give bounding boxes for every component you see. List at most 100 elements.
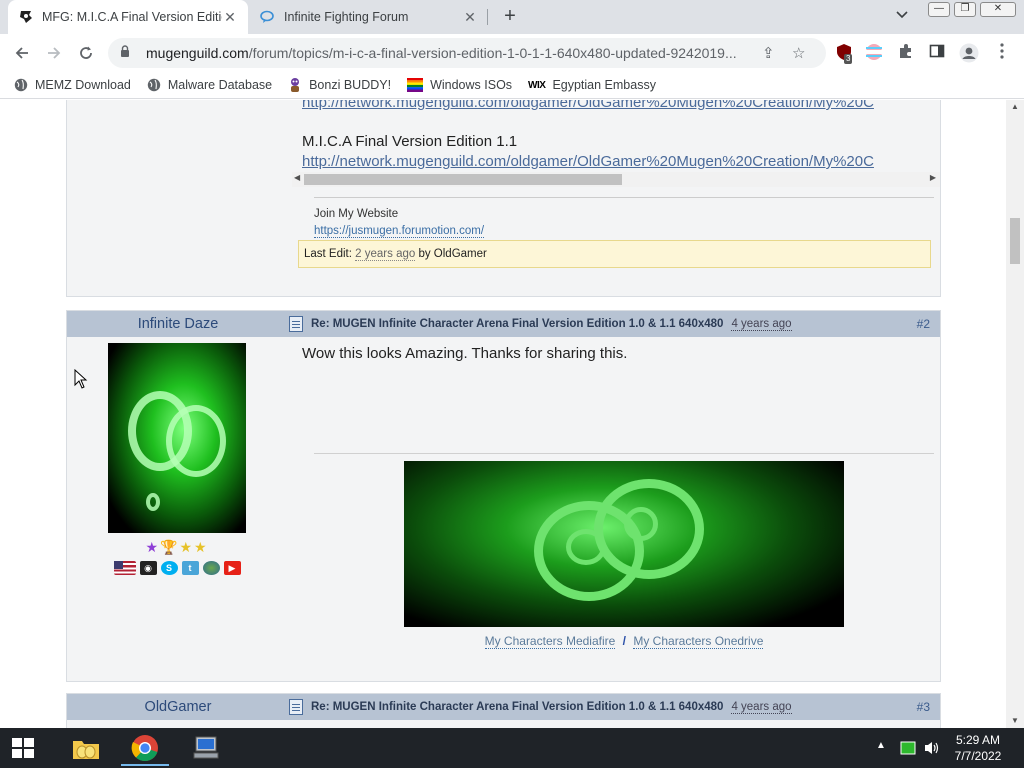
pride-extension-icon[interactable] — [864, 43, 884, 63]
scrollbar-thumb[interactable] — [1010, 218, 1020, 264]
windows-start-icon[interactable] — [12, 738, 34, 758]
avatar-ring — [166, 405, 226, 477]
signature: Join My Website https://jusmugen.forumot… — [314, 197, 934, 238]
chrome-taskbar-icon[interactable] — [117, 730, 173, 766]
last-edit-time[interactable]: 2 years ago — [355, 248, 416, 261]
signature-divider — [314, 453, 934, 454]
post-message: Wow this looks Amazing. Thanks for shari… — [302, 345, 628, 362]
bookmark-windows-isos[interactable]: Windows ISOs — [407, 78, 512, 92]
forum-post-3: OldGamer Re: MUGEN Infinite Character Ar… — [66, 693, 941, 728]
reload-icon[interactable] — [74, 41, 98, 65]
post-author[interactable]: OldGamer — [67, 699, 289, 715]
ublock-extension-icon[interactable]: 3 — [834, 43, 854, 64]
signature-links: My Characters Mediafire / My Characters … — [314, 634, 934, 649]
download-link-1-1[interactable]: http://network.mugenguild.com/oldgamer/O… — [302, 153, 942, 170]
last-edit-author: by OldGamer — [418, 248, 487, 260]
twitter-icon[interactable]: t — [181, 561, 199, 575]
banner-ring — [624, 507, 658, 541]
tab-infinite-fighting[interactable]: Infinite Fighting Forum ✕ — [250, 0, 488, 34]
bookmark-label: Windows ISOs — [430, 78, 513, 92]
mediafire-link[interactable]: My Characters Mediafire — [484, 634, 616, 649]
skype-icon[interactable]: S — [160, 561, 178, 575]
back-arrow-icon[interactable] — [10, 41, 34, 65]
puzzle-extensions-icon[interactable] — [896, 43, 916, 63]
close-tab-icon[interactable]: ✕ — [222, 9, 238, 26]
file-explorer-icon[interactable] — [58, 730, 114, 766]
battery-icon[interactable] — [900, 741, 916, 758]
scrollbar-thumb[interactable] — [304, 174, 622, 185]
rank-stars: ★🏆★★ — [108, 539, 246, 556]
url-text: mugenguild.com/forum/topics/m-i-c-a-fina… — [146, 45, 737, 61]
mouse-cursor-icon — [74, 368, 88, 389]
gold-star-icon: ★ — [194, 539, 209, 555]
new-tab-button[interactable]: + — [498, 5, 522, 29]
code-horizontal-scrollbar[interactable]: ◀ ▶ — [292, 172, 940, 187]
bookmark-memz[interactable]: MEMZ Download — [14, 78, 131, 92]
tab-strip: MFG: M.I.C.A Final Version Editio ✕ Infi… — [0, 0, 1024, 34]
scroll-up-arrow-icon[interactable]: ▲ — [1011, 102, 1019, 111]
bookmark-bonzi-buddy[interactable]: Bonzi BUDDY! — [288, 77, 391, 93]
lock-icon[interactable] — [120, 45, 134, 61]
extension-badge: 3 — [844, 54, 853, 64]
download-link-1-0[interactable]: http://network.mugenguild.com/oldgamer/O… — [302, 100, 942, 111]
bookmark-label: Malware Database — [167, 78, 273, 92]
clock-time: 5:29 AM — [955, 733, 1001, 747]
page-viewport[interactable]: http://network.mugenguild.com/oldgamer/O… — [0, 100, 1006, 728]
show-hidden-icons-chevron-icon[interactable]: ▲ — [876, 740, 886, 751]
scroll-right-arrow-icon[interactable]: ▶ — [930, 173, 936, 182]
avatar[interactable] — [108, 343, 246, 533]
post-document-icon — [289, 316, 303, 332]
link-separator: / — [622, 634, 626, 648]
close-tab-icon[interactable]: ✕ — [462, 9, 478, 26]
purple-star-icon: ★ — [145, 539, 160, 555]
post-subject: Re: MUGEN Infinite Character Arena Final… — [311, 701, 724, 713]
scroll-left-arrow-icon[interactable]: ◀ — [294, 173, 300, 182]
website-globe-icon[interactable] — [202, 561, 220, 575]
post-time[interactable]: 4 years ago — [731, 318, 792, 331]
signature-website-link[interactable]: https://jusmugen.forumotion.com/ — [314, 225, 485, 238]
close-window-icon[interactable]: ✕ — [980, 2, 1016, 17]
bookmark-label: Egyptian Embassy — [552, 78, 656, 92]
profile-links: ◉ S t ▶ — [108, 561, 246, 575]
post-document-icon — [289, 699, 303, 715]
bonzi-icon — [288, 77, 302, 93]
tab-mfg[interactable]: MFG: M.I.C.A Final Version Editio ✕ — [8, 0, 248, 34]
page-vertical-scrollbar[interactable]: ▲ ▼ — [1006, 100, 1024, 728]
chrome-menu-kebab-icon[interactable] — [992, 43, 1012, 63]
scroll-down-arrow-icon[interactable]: ▼ — [1011, 716, 1019, 725]
youtube-icon[interactable]: ▶ — [223, 561, 241, 575]
wix-icon: WIX — [528, 79, 546, 91]
minimize-window-icon[interactable]: — — [928, 2, 950, 17]
playstation-icon[interactable]: ◉ — [139, 561, 157, 575]
system-clock[interactable]: 5:29 AM 7/7/2022 — [944, 732, 1012, 764]
post-time[interactable]: 4 years ago — [731, 701, 792, 714]
edition-title: M.I.C.A Final Version Edition 1.1 — [302, 133, 518, 150]
globe-icon — [14, 78, 28, 92]
last-edit-notice: Last Edit: 2 years ago by OldGamer — [298, 240, 931, 268]
post-author[interactable]: Infinite Daze — [67, 316, 289, 332]
profile-avatar-icon[interactable] — [959, 43, 979, 63]
forum-post-1: http://network.mugenguild.com/oldgamer/O… — [66, 100, 941, 297]
bookmarks-bar: MEMZ Download Malware Database Bonzi BUD… — [0, 72, 1024, 99]
computer-app-icon[interactable] — [178, 730, 234, 766]
volume-icon[interactable] — [923, 740, 941, 759]
bookmark-egyptian-embassy[interactable]: WIX Egyptian Embassy — [528, 78, 656, 92]
side-panel-icon[interactable] — [927, 43, 947, 63]
forward-arrow-icon[interactable] — [42, 41, 66, 65]
last-edit-label: Last Edit: — [304, 248, 352, 260]
forum-post-2: Infinite Daze Re: MUGEN Infinite Charact… — [66, 310, 941, 682]
bookmark-star-icon[interactable]: ☆ — [792, 44, 805, 62]
restore-window-icon[interactable]: ❐ — [954, 2, 976, 17]
post-permalink-number[interactable]: #3 — [917, 700, 930, 714]
post-subject: Re: MUGEN Infinite Character Arena Final… — [311, 318, 724, 330]
bookmark-malware-database[interactable]: Malware Database — [147, 78, 272, 92]
address-bar[interactable]: mugenguild.com/forum/topics/m-i-c-a-fina… — [108, 38, 826, 68]
onedrive-link[interactable]: My Characters Onedrive — [633, 634, 764, 649]
tab-title: MFG: M.I.C.A Final Version Editio — [42, 10, 222, 24]
browser-toolbar: mugenguild.com/forum/topics/m-i-c-a-fina… — [0, 34, 1024, 72]
tab-search-chevron-icon[interactable] — [896, 8, 908, 22]
bookmark-label: MEMZ Download — [35, 78, 131, 92]
post-permalink-number[interactable]: #2 — [917, 317, 930, 331]
post-header: Infinite Daze Re: MUGEN Infinite Charact… — [67, 311, 940, 337]
share-icon[interactable]: ⇪ — [762, 44, 775, 62]
